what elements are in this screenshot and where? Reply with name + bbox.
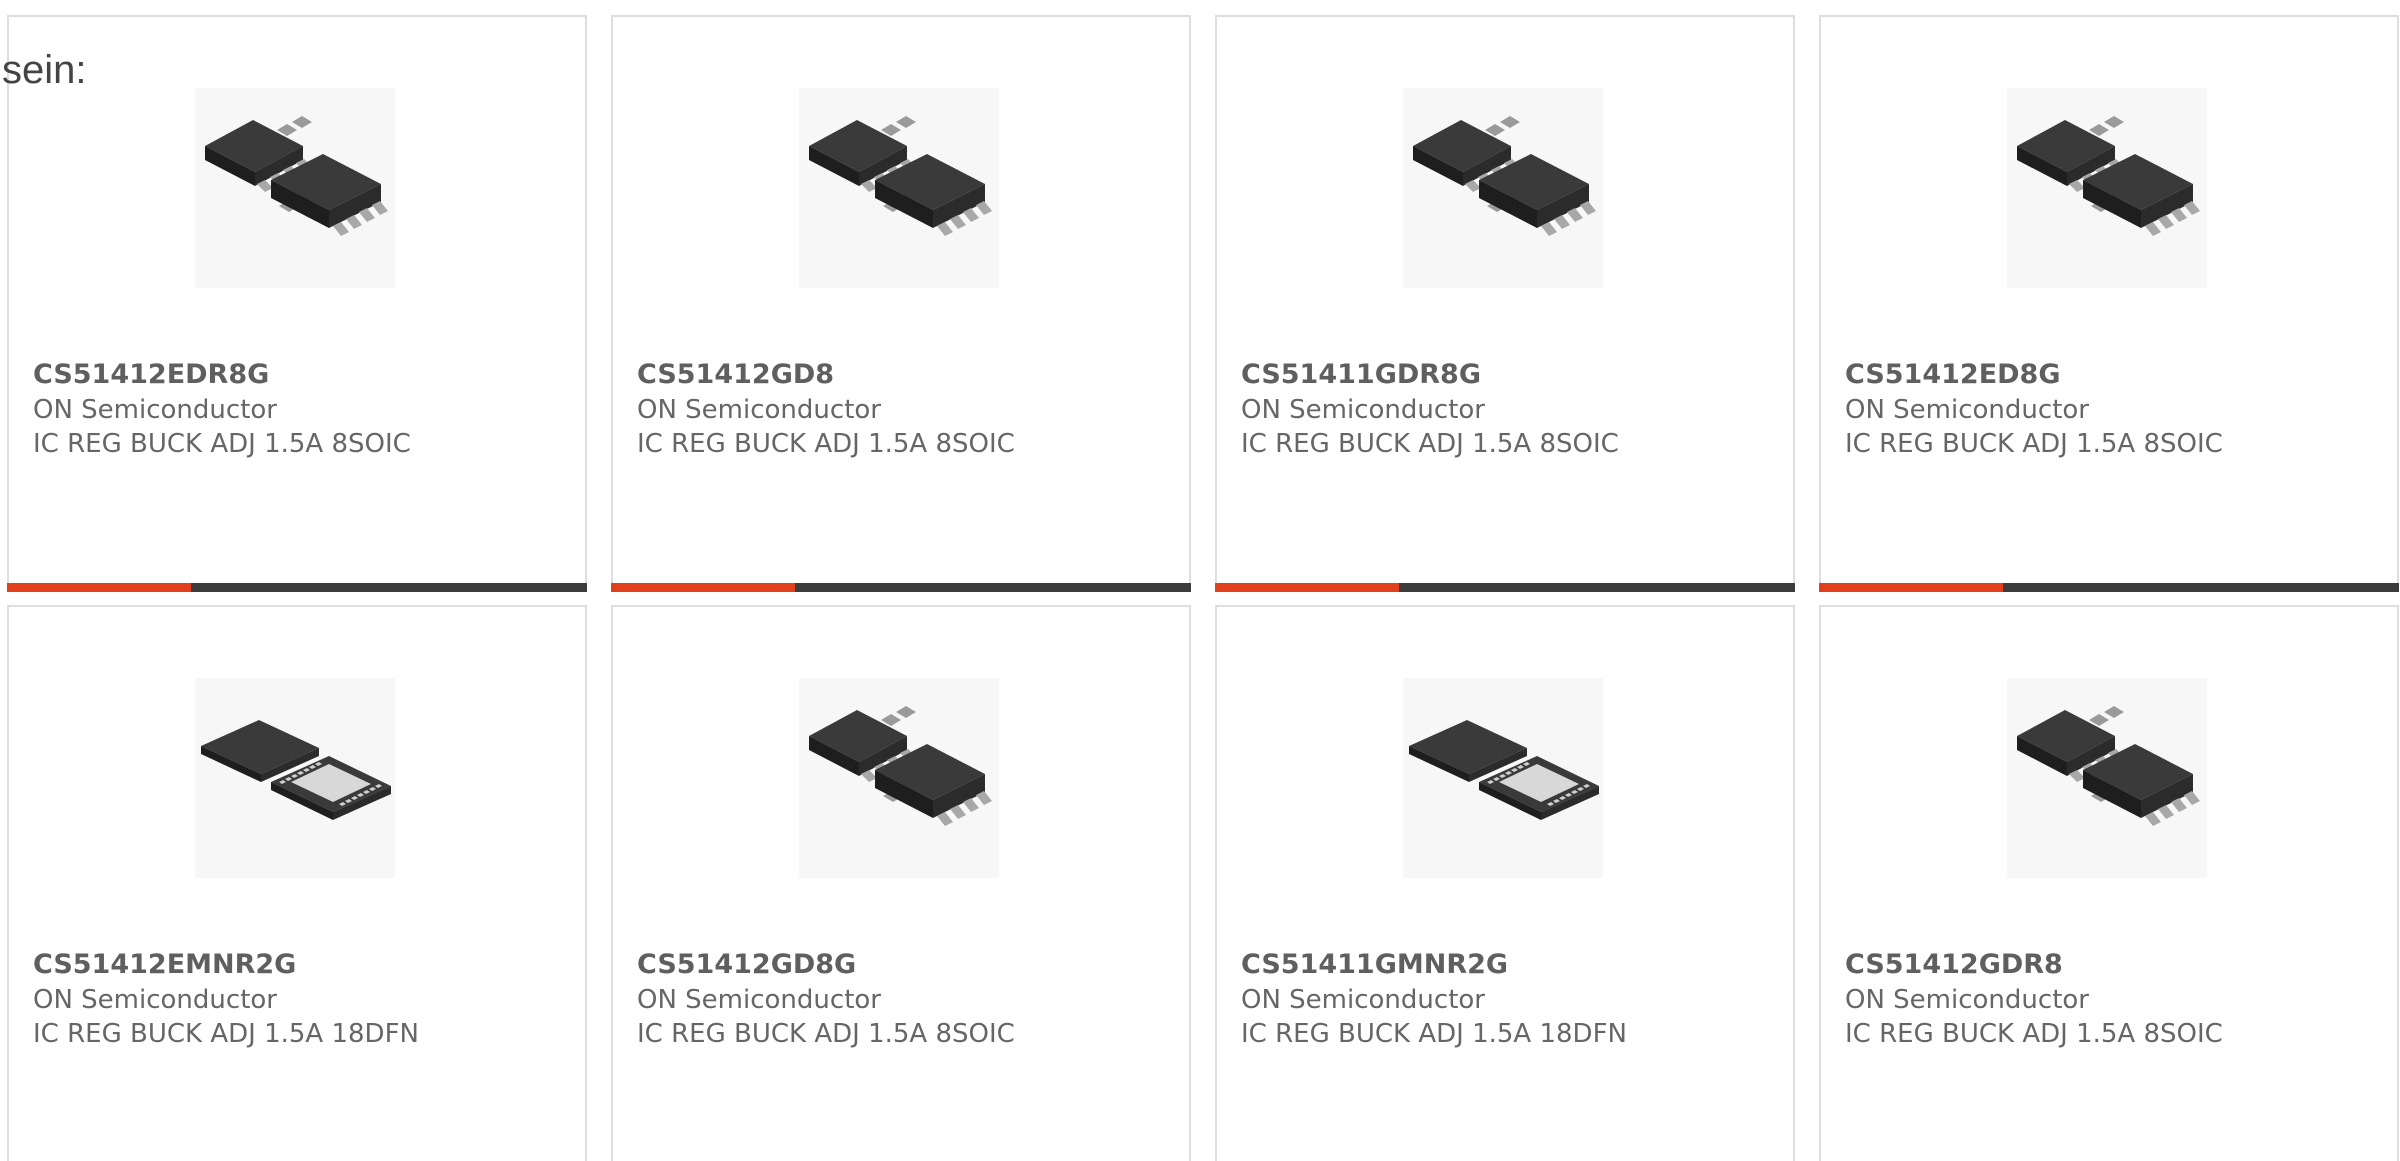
product-description: IC REG BUCK ADJ 1.5A 8SOIC xyxy=(637,1019,1015,1049)
part-number-link[interactable]: CS51412GD8 xyxy=(637,357,1179,393)
manufacturer-name: ON Semiconductor xyxy=(1241,985,1485,1015)
card-accent-bar xyxy=(1819,583,2003,592)
product-card[interactable]: CS51412EMNR2G ON Semiconductor IC REG BU… xyxy=(7,605,587,1161)
manufacturer-name: ON Semiconductor xyxy=(33,395,277,425)
part-number-link[interactable]: CS51412EMNR2G xyxy=(33,947,575,983)
product-card[interactable]: CS51411GMNR2G ON Semiconductor IC REG BU… xyxy=(1215,605,1795,1161)
manufacturer-name: ON Semiconductor xyxy=(1845,395,2089,425)
product-card[interactable]: CS51412GDR8 ON Semiconductor IC REG BUCK… xyxy=(1819,605,2399,1161)
product-description: IC REG BUCK ADJ 1.5A 8SOIC xyxy=(637,429,1015,459)
part-number-link[interactable]: CS51412GDR8 xyxy=(1845,947,2387,983)
part-number-link[interactable]: CS51412EDR8G xyxy=(33,357,575,393)
product-info: CS51412EMNR2G ON Semiconductor IC REG BU… xyxy=(33,947,575,1051)
manufacturer-name: ON Semiconductor xyxy=(637,395,881,425)
part-number-link[interactable]: CS51411GDR8G xyxy=(1241,357,1783,393)
product-card[interactable]: CS51412EDR8G ON Semiconductor IC REG BUC… xyxy=(7,15,587,592)
soic-8-chip-icon[interactable] xyxy=(2007,678,2207,878)
card-bottom-bar xyxy=(7,583,587,592)
product-info: CS51411GDR8G ON Semiconductor IC REG BUC… xyxy=(1241,357,1783,461)
product-info: CS51412ED8G ON Semiconductor IC REG BUCK… xyxy=(1845,357,2387,461)
part-number-link[interactable]: CS51412GD8G xyxy=(637,947,1179,983)
card-bottom-bar xyxy=(611,583,1191,592)
card-bottom-bar xyxy=(1215,583,1795,592)
card-accent-bar xyxy=(611,583,795,592)
manufacturer-name: ON Semiconductor xyxy=(1241,395,1485,425)
card-accent-bar xyxy=(7,583,191,592)
product-description: IC REG BUCK ADJ 1.5A 8SOIC xyxy=(33,429,411,459)
soic-8-chip-icon[interactable] xyxy=(799,88,999,288)
product-info: CS51412GD8G ON Semiconductor IC REG BUCK… xyxy=(637,947,1179,1051)
product-grid: CS51412EDR8G ON Semiconductor IC REG BUC… xyxy=(7,15,2399,1161)
product-description: IC REG BUCK ADJ 1.5A 8SOIC xyxy=(1241,429,1619,459)
product-info: CS51411GMNR2G ON Semiconductor IC REG BU… xyxy=(1241,947,1783,1051)
soic-8-chip-icon[interactable] xyxy=(799,678,999,878)
product-description: IC REG BUCK ADJ 1.5A 8SOIC xyxy=(1845,429,2223,459)
card-bottom-bar xyxy=(1819,583,2399,592)
intro-text: sein: xyxy=(2,48,87,92)
product-info: CS51412GDR8 ON Semiconductor IC REG BUCK… xyxy=(1845,947,2387,1051)
soic-8-chip-icon[interactable] xyxy=(195,88,395,288)
product-description: IC REG BUCK ADJ 1.5A 8SOIC xyxy=(1845,1019,2223,1049)
product-description: IC REG BUCK ADJ 1.5A 18DFN xyxy=(33,1019,419,1049)
product-description: IC REG BUCK ADJ 1.5A 18DFN xyxy=(1241,1019,1627,1049)
soic-8-chip-icon[interactable] xyxy=(2007,88,2207,288)
dfn-18-chip-icon[interactable] xyxy=(1403,678,1603,878)
manufacturer-name: ON Semiconductor xyxy=(637,985,881,1015)
part-number-link[interactable]: CS51412ED8G xyxy=(1845,357,2387,393)
product-info: CS51412GD8 ON Semiconductor IC REG BUCK … xyxy=(637,357,1179,461)
manufacturer-name: ON Semiconductor xyxy=(33,985,277,1015)
product-card[interactable]: CS51412GD8G ON Semiconductor IC REG BUCK… xyxy=(611,605,1191,1161)
part-number-link[interactable]: CS51411GMNR2G xyxy=(1241,947,1783,983)
product-card[interactable]: CS51411GDR8G ON Semiconductor IC REG BUC… xyxy=(1215,15,1795,592)
card-accent-bar xyxy=(1215,583,1399,592)
product-info: CS51412EDR8G ON Semiconductor IC REG BUC… xyxy=(33,357,575,461)
manufacturer-name: ON Semiconductor xyxy=(1845,985,2089,1015)
product-card[interactable]: CS51412GD8 ON Semiconductor IC REG BUCK … xyxy=(611,15,1191,592)
product-card[interactable]: CS51412ED8G ON Semiconductor IC REG BUCK… xyxy=(1819,15,2399,592)
dfn-18-chip-icon[interactable] xyxy=(195,678,395,878)
soic-8-chip-icon[interactable] xyxy=(1403,88,1603,288)
